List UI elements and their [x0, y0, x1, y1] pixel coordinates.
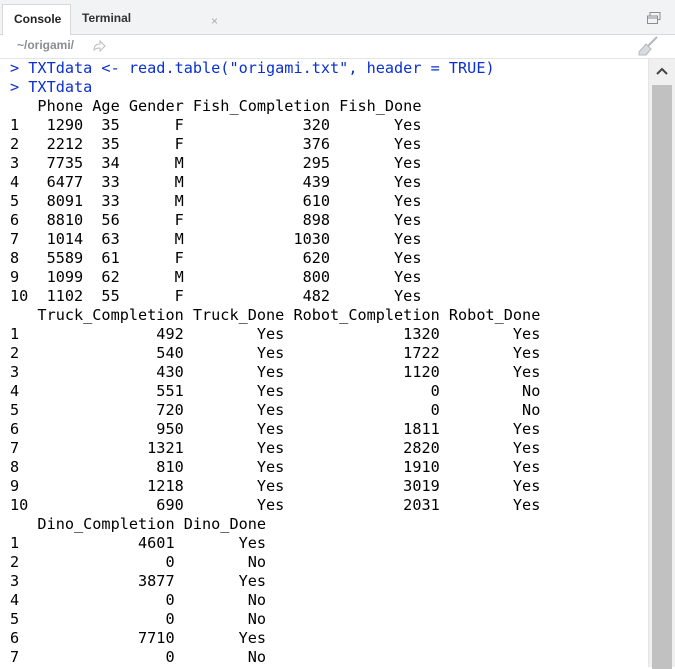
- console-output-line: 7 1321 Yes 2820 Yes: [10, 439, 541, 457]
- scrollbar-thumb[interactable]: [652, 85, 672, 669]
- console-output-line: 1 4601 Yes: [10, 534, 267, 552]
- console-output[interactable]: > TXTdata <- read.table("origami.txt", h…: [0, 59, 648, 667]
- console-output-line: 3 7735 34 M 295 Yes: [10, 154, 422, 172]
- console-output-line: 7 0 No: [10, 648, 267, 666]
- pane-tab-bar: Console Terminal ×: [0, 0, 675, 35]
- console-output-line: 9 1099 62 M 800 Yes: [10, 268, 422, 286]
- working-directory-path[interactable]: ~/origami/: [17, 38, 74, 52]
- tab-console[interactable]: Console: [2, 4, 71, 35]
- console-output-line: 6 8810 56 F 898 Yes: [10, 211, 422, 229]
- console-output-line: Dino_Completion Dino_Done: [10, 515, 267, 533]
- console-output-line: 5 0 No: [10, 610, 267, 628]
- console-output-line: 2 0 No: [10, 553, 267, 571]
- console-output-line: 8 5589 61 F 620 Yes: [10, 249, 422, 267]
- close-icon[interactable]: ×: [211, 15, 218, 27]
- working-directory-bar: ~/origami/: [0, 35, 675, 59]
- console-command-line: > TXTdata <- read.table("origami.txt", h…: [10, 59, 495, 77]
- console-output-line: 5 8091 33 M 610 Yes: [10, 192, 422, 210]
- console-output-line: 4 551 Yes 0 No: [10, 382, 541, 400]
- tab-terminal-label: Terminal: [82, 11, 132, 25]
- tab-terminal[interactable]: Terminal ×: [71, 4, 218, 35]
- console-output-line: 8 810 Yes 1910 Yes: [10, 458, 541, 476]
- console-scrollbar[interactable]: [648, 59, 675, 669]
- console-output-line: 6 950 Yes 1811 Yes: [10, 420, 541, 438]
- console-output-line: 3 3877 Yes: [10, 572, 267, 590]
- console-output-line: 2 2212 35 F 376 Yes: [10, 135, 422, 153]
- broom-icon[interactable]: [637, 36, 659, 56]
- console-output-line: 3 430 Yes 1120 Yes: [10, 363, 541, 381]
- console-output-line: 10 690 Yes 2031 Yes: [10, 496, 541, 514]
- console-command-line: > TXTdata: [10, 78, 93, 96]
- console-output-line: 1 1290 35 F 320 Yes: [10, 116, 422, 134]
- console-output-line: Phone Age Gender Fish_Completion Fish_Do…: [10, 97, 422, 115]
- console-output-line: 7 1014 63 M 1030 Yes: [10, 230, 422, 248]
- console-output-line: 5 720 Yes 0 No: [10, 401, 541, 419]
- tab-console-label: Console: [14, 12, 62, 26]
- console-output-line: 4 0 No: [10, 591, 267, 609]
- console-output-line: 1 492 Yes 1320 Yes: [10, 325, 541, 343]
- go-to-directory-icon[interactable]: [92, 40, 106, 52]
- console-output-line: 6 7710 Yes: [10, 629, 267, 647]
- chevron-up-icon[interactable]: [649, 59, 675, 83]
- console-output-line: 9 1218 Yes 3019 Yes: [10, 477, 541, 495]
- console-output-line: Truck_Completion Truck_Done Robot_Comple…: [10, 306, 541, 324]
- console-output-line: 2 540 Yes 1722 Yes: [10, 344, 541, 362]
- window-icon[interactable]: [647, 12, 661, 24]
- console-output-line: 10 1102 55 F 482 Yes: [10, 287, 422, 305]
- console-output-line: 4 6477 33 M 439 Yes: [10, 173, 422, 191]
